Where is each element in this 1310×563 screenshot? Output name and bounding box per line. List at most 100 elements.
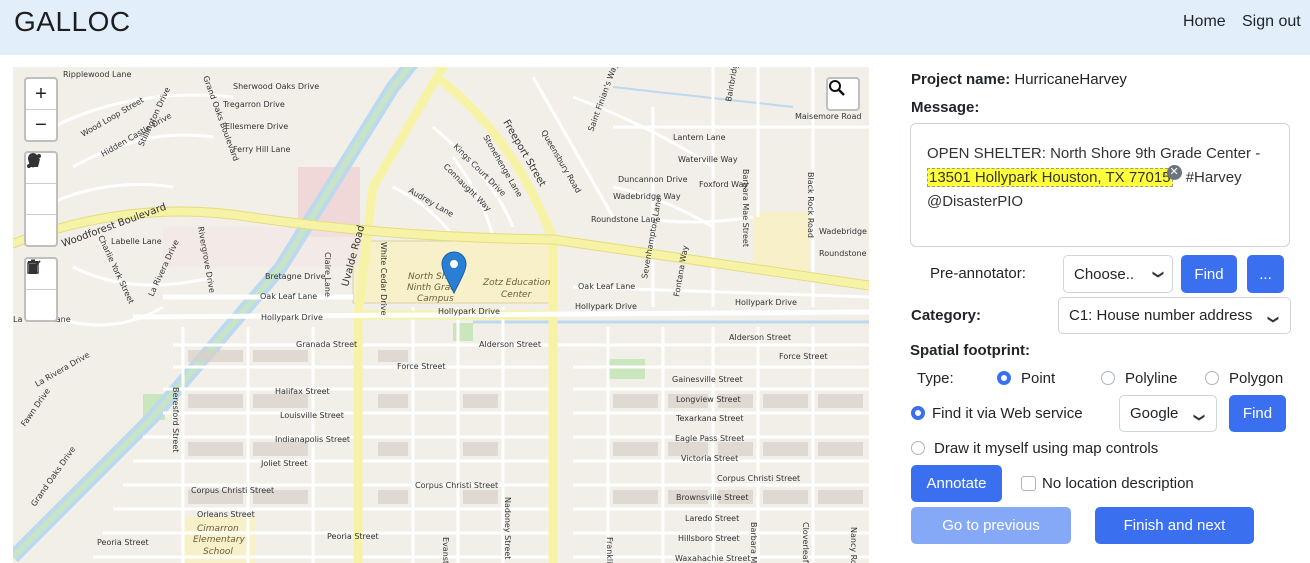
- webservice-select[interactable]: Google ❯: [1119, 395, 1217, 432]
- annotation-panel: Project name: HurricaneHarvey Message: O…: [900, 60, 1300, 560]
- street-label-evanston: Evanston: [441, 537, 450, 563]
- street-label-beresford: Beresford Street: [171, 387, 180, 452]
- street-label-wadebridge: Wadebridge Way: [613, 192, 681, 201]
- draw-polyline-button[interactable]: [26, 154, 56, 215]
- street-label-lantern: Lantern Lane: [673, 133, 726, 142]
- type-point-label[interactable]: Point: [1021, 370, 1055, 387]
- type-polygon-radio[interactable]: [1205, 371, 1219, 385]
- street-label-gainesville: Gainesville Street: [672, 375, 743, 384]
- preannotator-find-button[interactable]: Find: [1181, 255, 1237, 293]
- street-label-white-cedar: White Cedar Drive: [379, 242, 388, 316]
- street-label-eagle-pass: Eagle Pass Street: [675, 434, 744, 443]
- category-select[interactable]: C1: House number address ❯: [1058, 297, 1291, 334]
- street-label-oak-leaf-2: Oak Leaf Lane: [578, 282, 635, 291]
- no-location-checkbox[interactable]: [1021, 476, 1036, 491]
- street-label-roundstone-e: Roundstone: [819, 249, 867, 258]
- type-label: Type:: [917, 370, 954, 387]
- finish-and-next-button[interactable]: Finish and next: [1095, 507, 1254, 544]
- street-label-maisemore: Maisemore Road: [795, 112, 861, 121]
- message-highlight[interactable]: 13501 Hollypark Houston, TX 77015: [927, 168, 1173, 187]
- street-label-orleans: Orleans Street: [197, 510, 255, 519]
- street-label-corpus-w: Corpus Christi Street: [191, 486, 274, 495]
- draw-polygon-button[interactable]: [26, 155, 56, 245]
- street-label-black-rock: Black Rock Road: [806, 172, 815, 238]
- no-location-label[interactable]: No location description: [1042, 475, 1194, 492]
- street-label-alderson-e: Alderson Street: [729, 333, 791, 342]
- street-label-indianapolis: Indianapolis Street: [275, 435, 350, 444]
- type-polyline-label[interactable]: Polyline: [1125, 370, 1178, 387]
- top-navbar: GALLOC Home Sign out: [0, 0, 1310, 55]
- type-polyline-radio[interactable]: [1101, 371, 1115, 385]
- spatial-footprint-label: Spatial footprint:: [910, 342, 1030, 359]
- street-label-corpus-c: Corpus Christi Street: [415, 481, 498, 490]
- street-label-halifax: Halifax Street: [275, 387, 330, 396]
- map-view[interactable]: Ripplewood Lane Sherwood Oaks Drive Treg…: [13, 67, 869, 563]
- street-label-barbara-mae: Barbara Mae Street: [741, 169, 750, 247]
- street-label-bretagne: Bretagne Drive: [265, 272, 326, 281]
- trash-icon: [28, 259, 38, 274]
- preannotator-more-button[interactable]: ...: [1247, 255, 1284, 293]
- street-label-force: Force Street: [397, 362, 446, 371]
- type-polygon-label[interactable]: Polygon: [1229, 370, 1283, 387]
- street-label-tregarron: Tregarron Drive: [222, 100, 285, 109]
- go-to-previous-button[interactable]: Go to previous: [911, 507, 1071, 544]
- zoom-control: + −: [24, 77, 58, 142]
- map-tiles: Ripplewood Lane Sherwood Oaks Drive Treg…: [13, 67, 869, 563]
- preannotator-label: Pre-annotator:: [930, 265, 1026, 282]
- zoom-in-button[interactable]: +: [26, 79, 56, 110]
- street-label-ferry-hill: Ferry Hill Lane: [233, 145, 290, 154]
- street-label-duncannon: Duncannon Drive: [618, 175, 688, 184]
- draw-toolbar: [24, 151, 58, 247]
- street-label-barbara-s: Barbara M: [749, 522, 758, 563]
- category-select-value: C1: House number address: [1069, 307, 1253, 324]
- street-label-labelle: Labelle Lane: [111, 237, 162, 246]
- webservice-find-button[interactable]: Find: [1229, 395, 1286, 432]
- place-north-shore-line2: Ninth Grad: [407, 283, 456, 293]
- street-label-franklin: Franklin: [605, 537, 614, 563]
- street-label-wadebridge-e: Wadebridge: [819, 227, 867, 236]
- street-label-hollypark-e: Hollypark Drive: [735, 298, 797, 307]
- street-label-louisville: Louisville Street: [280, 411, 344, 420]
- edit-toolbar: [24, 257, 58, 322]
- map-search-button[interactable]: [826, 77, 860, 111]
- chevron-down-icon: ❯: [1266, 308, 1280, 324]
- type-point-radio[interactable]: [997, 371, 1011, 385]
- message-text[interactable]: OPEN SHELTER: North Shore 9th Grade Cent…: [910, 123, 1290, 247]
- street-label-longview: Longview Street: [676, 395, 741, 404]
- street-label-laredo: Laredo Street: [685, 514, 739, 523]
- street-label-hillsboro: Hillsboro Street: [678, 534, 740, 543]
- webservice-radio[interactable]: [911, 406, 925, 420]
- street-label-peoria-c: Peoria Street: [327, 532, 379, 541]
- message-text-before: OPEN SHELTER: North Shore 9th Grade Cent…: [927, 145, 1261, 162]
- delete-layers-button[interactable]: [26, 259, 56, 320]
- zoom-out-button[interactable]: −: [26, 110, 56, 140]
- street-label-force-e: Force Street: [779, 352, 828, 361]
- place-zotz-line2: Center: [501, 290, 533, 300]
- place-north-shore-line1: North Sh: [408, 272, 448, 282]
- brand-logo[interactable]: GALLOC: [14, 6, 131, 38]
- chevron-down-icon: ❯: [1151, 269, 1164, 280]
- street-label-nancy: Nancy Ro: [849, 527, 858, 563]
- annotate-button[interactable]: Annotate: [911, 465, 1002, 502]
- webservice-label[interactable]: Find it via Web service: [932, 405, 1083, 422]
- webservice-select-value: Google: [1130, 405, 1179, 422]
- category-label: Category:: [911, 307, 982, 324]
- place-cimarron-line3: School: [203, 547, 233, 557]
- place-cimarron-line2: Elementary: [193, 535, 245, 545]
- preannotator-select[interactable]: Choose.. ❯: [1063, 255, 1173, 293]
- project-name-label: Project name:: [911, 71, 1011, 88]
- street-label-sherwood: Sherwood Oaks Drive: [233, 82, 319, 91]
- draw-myself-label[interactable]: Draw it myself using map controls: [934, 440, 1158, 457]
- street-label-corpus-e: Corpus Christi Street: [717, 474, 800, 483]
- street-label-oak-leaf: Oak Leaf Lane: [260, 292, 317, 301]
- street-label-cloverleaf: Cloverleaf: [801, 522, 810, 563]
- street-label-ripplewood: Ripplewood Lane: [63, 70, 131, 79]
- nav-home-link[interactable]: Home: [1183, 13, 1226, 31]
- street-label-claire: Claire Lane: [323, 252, 332, 297]
- nav-signout-link[interactable]: Sign out: [1242, 13, 1301, 31]
- street-label-texarkana: Texarkana Street: [675, 414, 743, 423]
- draw-myself-radio[interactable]: [911, 441, 925, 455]
- remove-highlight-icon[interactable]: ✕: [1166, 164, 1182, 180]
- preannotator-select-value: Choose..: [1074, 265, 1135, 283]
- message-label: Message:: [911, 99, 980, 116]
